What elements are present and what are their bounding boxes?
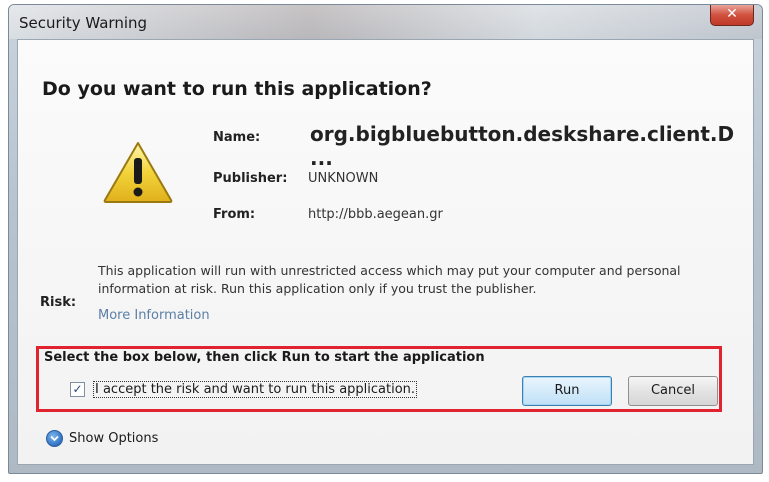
warning-icon: [103, 142, 173, 203]
show-options-toggle[interactable]: Show Options: [46, 430, 158, 447]
name-label: Name:: [213, 130, 261, 145]
instruction-text: Select the box below, then click Run to …: [44, 350, 485, 365]
run-button[interactable]: Run: [522, 376, 612, 406]
from-label: From:: [213, 207, 256, 222]
show-options-label: Show Options: [69, 431, 159, 446]
dialog-body: Do you want to run this application? Nam…: [17, 39, 754, 465]
accept-risk-checkbox[interactable]: ✓: [70, 382, 85, 397]
window-title: Security Warning: [19, 14, 148, 32]
publisher-value: UNKNOWN: [308, 171, 379, 186]
more-information-link[interactable]: More Information: [98, 308, 210, 323]
chevron-down-icon: [46, 430, 63, 447]
cancel-button[interactable]: Cancel: [628, 376, 718, 406]
accept-risk-label[interactable]: I accept the risk and want to run this a…: [93, 381, 418, 398]
title-bar[interactable]: Security Warning ✕: [9, 5, 762, 39]
risk-label: Risk:: [40, 295, 77, 310]
from-value: http://bbb.aegean.gr: [308, 207, 443, 222]
close-button[interactable]: ✕: [710, 5, 754, 26]
check-icon: ✓: [72, 382, 83, 396]
security-warning-window: Security Warning ✕ Do you want to run th…: [8, 4, 763, 474]
close-icon: ✕: [726, 6, 738, 22]
dialog-heading: Do you want to run this application?: [42, 78, 432, 100]
name-value: org.bigbluebutton.deskshare.client.D ...: [310, 122, 735, 170]
risk-description: This application will run with unrestric…: [98, 263, 681, 296]
publisher-label: Publisher:: [213, 171, 288, 186]
